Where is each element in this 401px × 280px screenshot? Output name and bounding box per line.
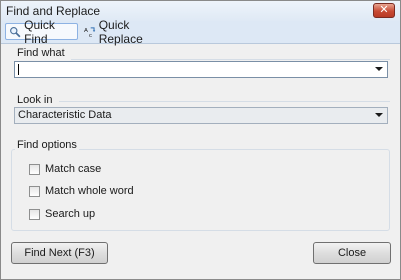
chevron-down-icon[interactable] xyxy=(375,113,383,117)
look-in-select[interactable]: Characteristic Data xyxy=(14,107,388,124)
magnifier-icon xyxy=(10,26,21,37)
find-what-label: Find what xyxy=(17,47,65,59)
find-what-divider xyxy=(71,59,390,60)
look-in-label: Look in xyxy=(17,94,53,106)
tab-quick-replace[interactable]: A c Quick Replace xyxy=(81,18,167,46)
find-options-label: Find options xyxy=(15,139,79,151)
look-in-divider xyxy=(59,101,390,102)
window-title: Find and Replace xyxy=(6,4,101,18)
match-whole-word-label: Match whole word xyxy=(45,185,134,197)
svg-text:A: A xyxy=(84,28,88,34)
close-icon: ✕ xyxy=(379,4,389,16)
search-up-checkbox[interactable] xyxy=(29,208,40,220)
search-up-label: Search up xyxy=(45,208,96,220)
find-replace-dialog: Find and Replace ✕ Quick Find A c Quick … xyxy=(0,0,401,280)
match-whole-word-option[interactable]: Match whole word xyxy=(29,185,134,197)
tab-quick-find[interactable]: Quick Find xyxy=(5,18,78,46)
window-close-button[interactable]: ✕ xyxy=(373,3,395,18)
match-case-option[interactable]: Match case xyxy=(29,163,101,175)
text-caret xyxy=(18,64,19,75)
chevron-down-icon[interactable] xyxy=(375,67,383,71)
close-button[interactable]: Close xyxy=(313,242,391,264)
search-up-option[interactable]: Search up xyxy=(29,208,95,220)
match-case-label: Match case xyxy=(45,163,102,175)
tab-quick-find-label: Quick Find xyxy=(24,17,55,46)
replace-icon: A c xyxy=(84,26,96,39)
find-next-button[interactable]: Find Next (F3) xyxy=(11,242,108,264)
svg-text:c: c xyxy=(89,33,92,39)
look-in-value: Characteristic Data xyxy=(18,109,112,121)
tab-bar: Quick Find A c Quick Replace xyxy=(1,18,400,46)
tab-quick-replace-label: Quick Replace xyxy=(98,17,143,46)
find-what-input[interactable] xyxy=(14,61,388,78)
match-whole-word-checkbox[interactable] xyxy=(29,185,40,197)
match-case-checkbox[interactable] xyxy=(29,163,40,175)
